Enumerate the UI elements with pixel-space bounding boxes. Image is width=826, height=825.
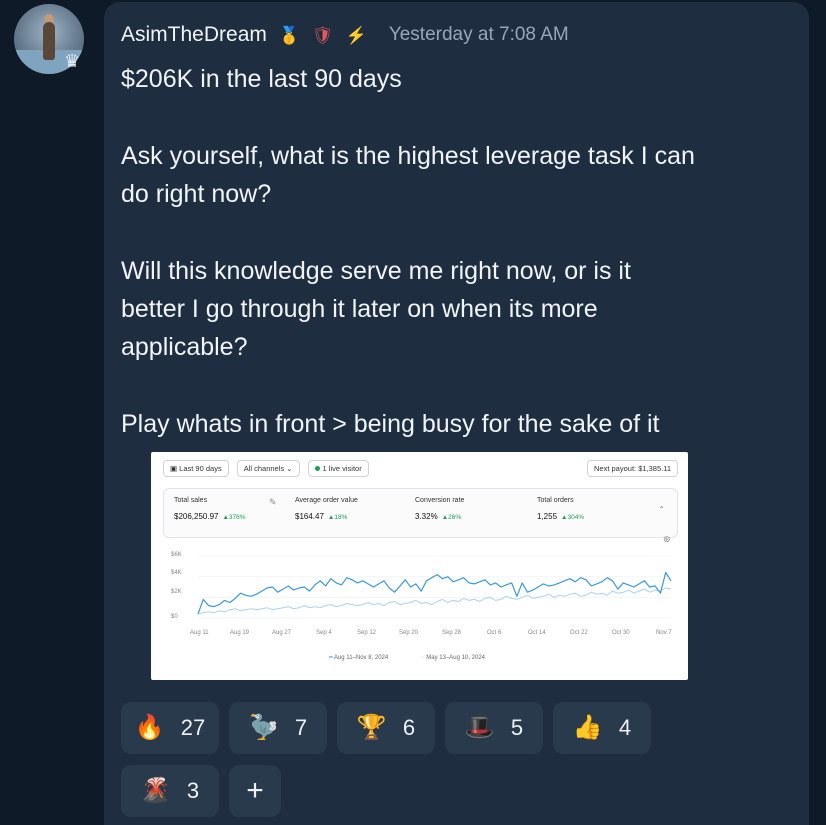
top-hat-icon: 🎩 bbox=[464, 714, 495, 741]
trophy-icon: 🏆 bbox=[356, 714, 387, 741]
x-tick-label: Oct 14 bbox=[528, 630, 546, 636]
thumbs-up-icon: 👍 bbox=[572, 714, 603, 741]
x-tick-label: Nov 7 bbox=[656, 630, 672, 636]
message-line: Play whats in front > being busy for the… bbox=[121, 410, 660, 438]
reaction-dodo[interactable]: 🦤 7 bbox=[229, 702, 327, 754]
reaction-fire[interactable]: 🔥 27 bbox=[121, 702, 219, 754]
x-tick-label: Sep 4 bbox=[316, 630, 332, 636]
x-tick-label: Sep 12 bbox=[357, 630, 377, 636]
x-tick-label: Oct 30 bbox=[612, 630, 630, 636]
x-tick-label: Aug 11 bbox=[190, 630, 209, 636]
previous-period-series-line bbox=[197, 587, 672, 615]
lightning-icon: ⚡ bbox=[345, 25, 367, 45]
reaction-count: 4 bbox=[618, 715, 632, 740]
sales-line-chart bbox=[197, 555, 672, 619]
reaction-volcano[interactable]: 🌋 3 bbox=[121, 765, 219, 817]
message-body: $206K in the last 90 days Ask yourself, … bbox=[121, 60, 801, 443]
gold-medal-icon: 🥇 bbox=[278, 25, 301, 45]
message-line: do right now? bbox=[121, 180, 272, 208]
x-tick-label: Aug 19 bbox=[230, 630, 250, 636]
message-line: better I go through it later on when its… bbox=[121, 295, 598, 323]
legend-current-period: ━ Aug 11–Nov 8, 2024 bbox=[329, 655, 389, 661]
username[interactable]: AsimTheDream bbox=[121, 23, 267, 47]
reaction-count: 7 bbox=[294, 715, 308, 740]
reaction-bar: 🔥 27 🦤 7 🏆 6 🎩 5 👍 4 🌋 3 + bbox=[121, 702, 661, 817]
x-tick-label: Aug 27 bbox=[272, 630, 292, 636]
message-line: Will this knowledge serve me right now, … bbox=[121, 257, 631, 285]
reaction-trophy[interactable]: 🏆 6 bbox=[337, 702, 435, 754]
reaction-thumbs-up[interactable]: 👍 4 bbox=[553, 702, 651, 754]
dodo-icon: 🦤 bbox=[248, 714, 279, 741]
message-header: AsimTheDream 🥇 🛡 ⚡ Yesterday at 7:08 AM bbox=[121, 20, 569, 50]
chess-queen-icon: ♛ bbox=[64, 51, 81, 71]
shield-icon: 🛡 bbox=[312, 25, 334, 45]
message-line: $206K in the last 90 days bbox=[121, 65, 402, 93]
x-tick-label: Oct 22 bbox=[570, 630, 588, 636]
message-timestamp: Yesterday at 7:08 AM bbox=[388, 24, 569, 45]
reaction-count: 6 bbox=[402, 715, 416, 740]
avatar-figure bbox=[43, 22, 55, 60]
volcano-icon: 🌋 bbox=[140, 777, 171, 804]
message-line: applicable? bbox=[121, 333, 248, 361]
x-tick-label: Sep 20 bbox=[399, 630, 419, 636]
x-tick-label: Sep 28 bbox=[442, 630, 462, 636]
reaction-top-hat[interactable]: 🎩 5 bbox=[445, 702, 543, 754]
reaction-count: 5 bbox=[510, 715, 524, 740]
add-reaction-button[interactable]: + bbox=[229, 765, 281, 817]
message-line: Ask yourself, what is the highest levera… bbox=[121, 142, 695, 170]
x-tick-label: Oct 6 bbox=[487, 630, 502, 636]
legend-previous-period: ┄ May 13–Aug 10, 2024 bbox=[421, 655, 486, 661]
reaction-count: 27 bbox=[180, 715, 206, 740]
fire-icon: 🔥 bbox=[134, 714, 165, 741]
image-attachment[interactable]: ▣ Last 90 days All channels ⌄ 1 live vis… bbox=[151, 452, 688, 680]
reaction-count: 3 bbox=[186, 778, 200, 803]
